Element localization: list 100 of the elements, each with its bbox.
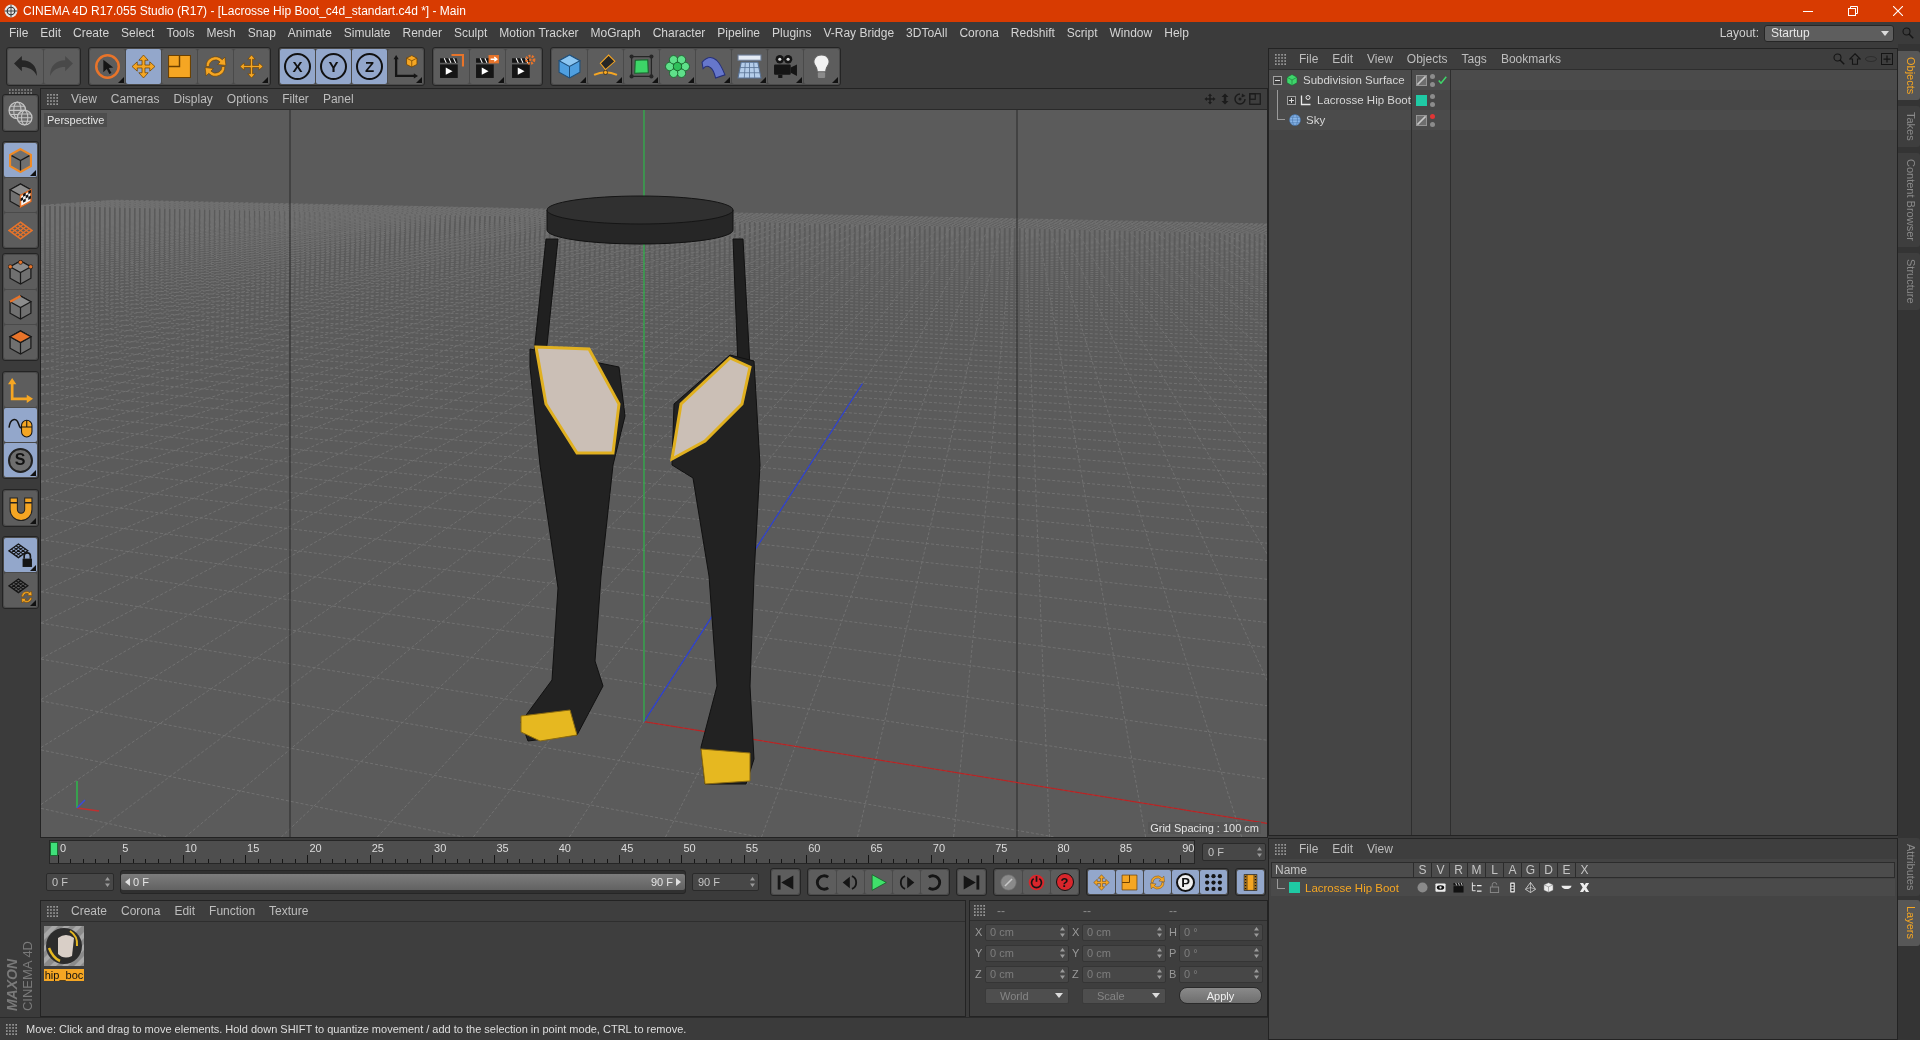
menu-item[interactable]: Bookmarks bbox=[1493, 52, 1568, 66]
object-name[interactable]: Sky bbox=[1306, 114, 1326, 126]
menu-item[interactable]: Function bbox=[202, 904, 263, 918]
menu-item[interactable]: Options bbox=[219, 92, 276, 106]
menu-item[interactable]: Motion Tracker bbox=[493, 24, 585, 42]
status-dot-icon[interactable] bbox=[1430, 93, 1435, 99]
menu-item[interactable]: Window bbox=[1103, 24, 1159, 42]
point-level-button[interactable] bbox=[1200, 870, 1227, 894]
object-row[interactable]: Subdivision Surface bbox=[1269, 70, 1897, 90]
menu-item[interactable]: Help bbox=[1158, 24, 1195, 42]
lock-icon[interactable] bbox=[1488, 882, 1500, 893]
menu-item[interactable]: Corona bbox=[953, 24, 1005, 42]
cube-button[interactable] bbox=[552, 48, 587, 84]
caret-left-icon[interactable] bbox=[125, 878, 130, 886]
solo-button[interactable]: S bbox=[3, 443, 37, 477]
scale-tool-button[interactable] bbox=[162, 48, 197, 84]
texture-mode-button[interactable] bbox=[3, 178, 37, 212]
rotate-tool-button[interactable] bbox=[198, 48, 233, 84]
object-name[interactable]: Subdivision Surface bbox=[1303, 74, 1405, 86]
menu-item[interactable]: Select bbox=[115, 24, 161, 42]
menu-item[interactable]: Animate bbox=[281, 24, 338, 42]
cloner-button[interactable] bbox=[660, 48, 695, 84]
menu-item[interactable]: Mesh bbox=[200, 24, 242, 42]
menu-item[interactable]: Edit bbox=[34, 24, 68, 42]
align-workplane-button[interactable] bbox=[3, 573, 37, 607]
side-tab[interactable]: Takes bbox=[1898, 106, 1920, 148]
menu-item[interactable]: Texture bbox=[262, 904, 316, 918]
object-row[interactable]: Sky bbox=[1269, 110, 1897, 130]
parameter-key-button[interactable]: P bbox=[1172, 870, 1199, 894]
menu-item[interactable]: Edit bbox=[167, 904, 203, 918]
dot-icon[interactable] bbox=[1416, 882, 1428, 893]
menu-item[interactable]: File bbox=[1292, 842, 1326, 856]
scale-key-button[interactable] bbox=[1116, 870, 1143, 894]
column-header[interactable]: Name bbox=[1272, 863, 1413, 877]
minus-box-icon[interactable] bbox=[1273, 75, 1282, 85]
menu-item[interactable]: Cameras bbox=[103, 92, 167, 106]
material-sphere-icon[interactable] bbox=[44, 926, 84, 966]
render-view-button[interactable] bbox=[434, 48, 469, 84]
column-header[interactable]: G bbox=[1521, 863, 1539, 877]
menu-item[interactable]: 3DToAll bbox=[900, 24, 954, 42]
clapperboard-icon[interactable] bbox=[1452, 882, 1464, 893]
record-keys-button[interactable] bbox=[995, 870, 1022, 894]
column-header[interactable]: M bbox=[1467, 863, 1485, 877]
menu-item[interactable]: File bbox=[1292, 52, 1326, 66]
model-mode-button[interactable] bbox=[3, 143, 37, 177]
subdivision-button[interactable] bbox=[624, 48, 659, 84]
transform-tool-button[interactable] bbox=[234, 48, 269, 84]
menu-item[interactable]: Corona bbox=[114, 904, 168, 918]
eye-icon[interactable] bbox=[1434, 882, 1446, 893]
menu-item[interactable]: Redshift bbox=[1004, 24, 1061, 42]
menu-item[interactable]: Character bbox=[646, 24, 712, 42]
menu-item[interactable]: V-Ray Bridge bbox=[817, 24, 901, 42]
box-icon[interactable] bbox=[1542, 882, 1554, 893]
select-tool-button[interactable] bbox=[90, 48, 125, 84]
layer-row[interactable]: Lacrosse Hip Boot bbox=[1271, 879, 1895, 896]
coordinate-system-button[interactable] bbox=[388, 48, 423, 84]
tweak-mode-button[interactable] bbox=[3, 408, 37, 442]
start-frame-field[interactable]: 0 F bbox=[46, 873, 114, 891]
play-button[interactable] bbox=[865, 870, 892, 894]
light-button[interactable] bbox=[804, 48, 839, 84]
pen-button[interactable] bbox=[588, 48, 623, 84]
status-dot-icon[interactable] bbox=[1430, 81, 1435, 87]
menu-item[interactable]: Filter bbox=[275, 92, 316, 106]
side-tab[interactable]: Layers bbox=[1898, 900, 1920, 946]
edges-mode-button[interactable] bbox=[3, 290, 37, 324]
layer-name[interactable]: Lacrosse Hip Boot bbox=[1305, 881, 1399, 894]
side-tab[interactable]: Objects bbox=[1898, 51, 1920, 101]
hierarchy-icon[interactable] bbox=[1470, 882, 1482, 893]
status-dot-icon[interactable] bbox=[1430, 101, 1435, 107]
menu-item[interactable]: Script bbox=[1060, 24, 1104, 42]
side-tab[interactable]: Content Browser bbox=[1898, 153, 1920, 247]
menu-item[interactable]: Create bbox=[64, 904, 115, 918]
previous-frame-button[interactable] bbox=[837, 870, 864, 894]
column-header[interactable]: L bbox=[1485, 863, 1503, 877]
menu-item[interactable]: MoGraph bbox=[584, 24, 647, 42]
object-name[interactable]: Lacrosse Hip Boot bbox=[1317, 94, 1411, 106]
column-header[interactable]: R bbox=[1449, 863, 1467, 877]
keyframe-selection-button[interactable]: ? bbox=[1051, 870, 1078, 894]
status-dot-icon[interactable] bbox=[1430, 73, 1435, 79]
menu-item[interactable]: Display bbox=[166, 92, 220, 106]
menu-item[interactable]: File bbox=[3, 24, 35, 42]
render-settings-button[interactable] bbox=[506, 48, 541, 84]
column-header[interactable]: V bbox=[1431, 863, 1449, 877]
points-mode-button[interactable] bbox=[3, 255, 37, 289]
pyramid-icon[interactable] bbox=[1524, 882, 1536, 893]
menu-item[interactable]: Create bbox=[67, 24, 116, 42]
previous-key-button[interactable] bbox=[809, 870, 836, 894]
column-header[interactable]: X bbox=[1575, 863, 1593, 877]
column-header[interactable]: S bbox=[1413, 863, 1431, 877]
column-header[interactable]: A bbox=[1503, 863, 1521, 877]
layout-dropdown[interactable]: Startup bbox=[1764, 24, 1894, 42]
viewport[interactable]: Perspective Grid Spacing : 100 cm bbox=[41, 109, 1267, 837]
menu-item[interactable]: Simulate bbox=[337, 24, 397, 42]
menu-item[interactable]: Render bbox=[396, 24, 448, 42]
side-tab[interactable]: Attributes bbox=[1898, 838, 1920, 897]
menu-item[interactable]: View bbox=[64, 92, 104, 106]
menu-item[interactable]: Plugins bbox=[766, 24, 818, 42]
menu-item[interactable]: View bbox=[1360, 52, 1400, 66]
apply-button[interactable]: Apply bbox=[1179, 987, 1262, 1004]
caret-right-icon[interactable] bbox=[676, 878, 681, 886]
